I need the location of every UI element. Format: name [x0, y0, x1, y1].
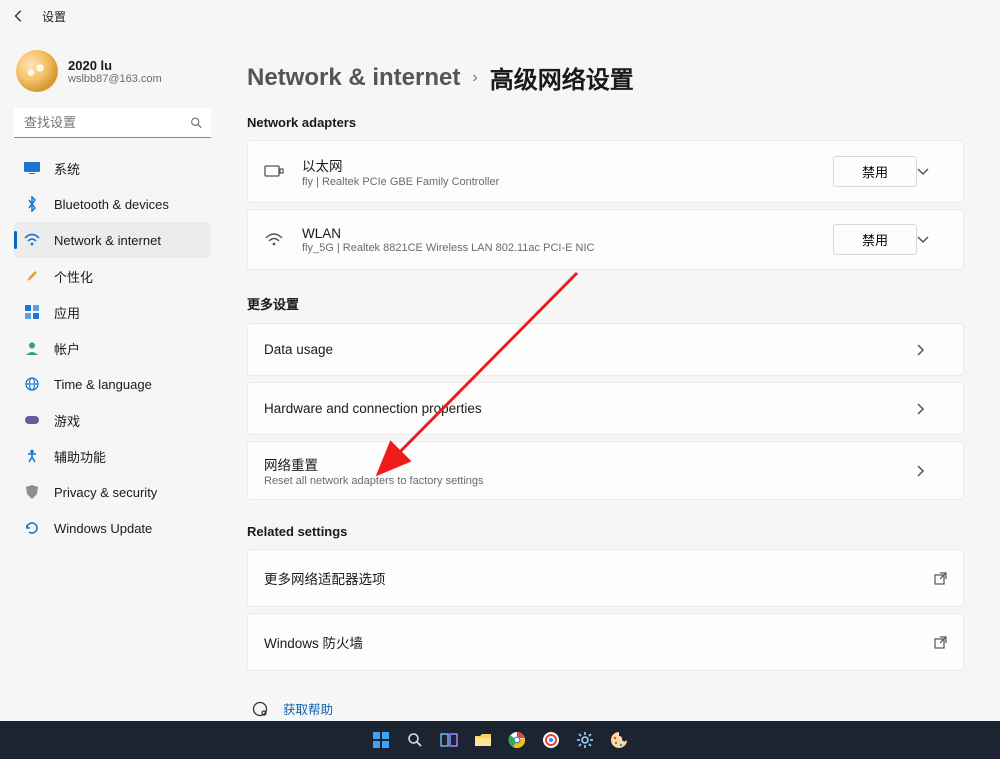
- breadcrumb-parent[interactable]: Network & internet: [247, 64, 460, 92]
- sidebar-item-label: Time & language: [54, 377, 152, 392]
- help-icon: [251, 700, 269, 718]
- sidebar-item-label: 个性化: [54, 267, 93, 286]
- chrome-button[interactable]: [503, 726, 531, 754]
- nav: 系统 Bluetooth & devices Network & interne…: [14, 150, 211, 546]
- card-title: Data usage: [264, 342, 917, 357]
- adapter-sub: fly_5G | Realtek 8821CE Wireless LAN 802…: [302, 242, 833, 254]
- main-content: Network & internet › 高级网络设置 Network adap…: [225, 32, 1000, 721]
- sidebar-item-network[interactable]: Network & internet: [14, 222, 211, 258]
- adapter-wlan-card[interactable]: WLAN fly_5G | Realtek 8821CE Wireless LA…: [247, 209, 964, 270]
- chevron-right-icon: [917, 344, 947, 356]
- adapter-title: 以太网: [302, 155, 833, 175]
- sidebar-item-apps[interactable]: 应用: [14, 294, 211, 330]
- disable-button[interactable]: 禁用: [833, 156, 917, 187]
- sidebar: 2020 lu wslbb87@163.com 系统 Bluetooth & d…: [0, 32, 225, 721]
- browser-button[interactable]: [537, 726, 565, 754]
- sidebar-item-label: 应用: [54, 303, 80, 322]
- search-row: [14, 108, 211, 138]
- globe-icon: [24, 376, 40, 392]
- wifi-icon: [24, 232, 40, 248]
- card-sub: Reset all network adapters to factory se…: [264, 475, 917, 487]
- page-title: 高级网络设置: [490, 60, 634, 95]
- breadcrumb: Network & internet › 高级网络设置: [247, 60, 964, 95]
- bluetooth-icon: [24, 196, 40, 212]
- chevron-right-icon: ›: [472, 69, 477, 87]
- start-button[interactable]: [367, 726, 395, 754]
- search-icon: [190, 117, 203, 130]
- disable-button[interactable]: 禁用: [833, 224, 917, 255]
- external-link-icon: [934, 636, 947, 649]
- wifi-icon: [264, 233, 284, 247]
- shield-icon: [24, 484, 40, 500]
- search-input[interactable]: [14, 108, 211, 138]
- sidebar-item-system[interactable]: 系统: [14, 150, 211, 186]
- chevron-down-icon[interactable]: [917, 236, 947, 244]
- user-icon: [24, 340, 40, 356]
- sidebar-item-label: 帐户: [54, 339, 80, 358]
- brush-icon: [24, 268, 40, 284]
- card-title: 更多网络适配器选项: [264, 568, 934, 588]
- sidebar-item-label: 辅助功能: [54, 447, 106, 466]
- data-usage-card[interactable]: Data usage: [247, 323, 964, 376]
- card-title: Hardware and connection properties: [264, 401, 917, 416]
- sidebar-item-accounts[interactable]: 帐户: [14, 330, 211, 366]
- section-related-head: Related settings: [247, 524, 964, 539]
- help-link-text: 获取帮助: [283, 699, 333, 718]
- more-adapter-options-card[interactable]: 更多网络适配器选项: [247, 549, 964, 607]
- sidebar-item-windows-update[interactable]: Windows Update: [14, 510, 211, 546]
- user-block[interactable]: 2020 lu wslbb87@163.com: [14, 44, 211, 100]
- settings-button[interactable]: [571, 726, 599, 754]
- avatar: [16, 50, 58, 92]
- sidebar-item-label: Windows Update: [54, 521, 152, 536]
- paint-button[interactable]: [605, 726, 633, 754]
- sidebar-item-gaming[interactable]: 游戏: [14, 402, 211, 438]
- sidebar-item-privacy[interactable]: Privacy & security: [14, 474, 211, 510]
- ethernet-icon: [264, 164, 284, 180]
- get-help-link[interactable]: 获取帮助: [247, 693, 964, 721]
- task-view-button[interactable]: [435, 726, 463, 754]
- sidebar-item-bluetooth[interactable]: Bluetooth & devices: [14, 186, 211, 222]
- sidebar-item-label: 系统: [54, 159, 80, 178]
- sidebar-item-time-language[interactable]: Time & language: [14, 366, 211, 402]
- sidebar-item-label: 游戏: [54, 411, 80, 430]
- taskbar-search-button[interactable]: [401, 726, 429, 754]
- app-title: 设置: [42, 8, 66, 25]
- system-icon: [24, 160, 40, 176]
- chevron-down-icon[interactable]: [917, 168, 947, 176]
- sidebar-item-label: Bluetooth & devices: [54, 197, 169, 212]
- card-title: 网络重置: [264, 454, 917, 474]
- network-reset-card[interactable]: 网络重置 Reset all network adapters to facto…: [247, 441, 964, 500]
- hardware-properties-card[interactable]: Hardware and connection properties: [247, 382, 964, 435]
- sidebar-item-label: Privacy & security: [54, 485, 157, 500]
- card-title: Windows 防火墙: [264, 632, 934, 652]
- section-more-head: 更多设置: [247, 294, 964, 313]
- update-icon: [24, 520, 40, 536]
- back-button[interactable]: [10, 7, 28, 25]
- external-link-icon: [934, 572, 947, 585]
- section-adapters-head: Network adapters: [247, 115, 964, 130]
- accessibility-icon: [24, 448, 40, 464]
- user-name: 2020 lu: [68, 58, 162, 73]
- gamepad-icon: [24, 412, 40, 428]
- sidebar-item-label: Network & internet: [54, 233, 161, 248]
- taskbar: [0, 721, 1000, 759]
- chevron-right-icon: [917, 403, 947, 415]
- sidebar-item-accessibility[interactable]: 辅助功能: [14, 438, 211, 474]
- user-email: wslbb87@163.com: [68, 73, 162, 85]
- adapter-sub: fly | Realtek PCIe GBE Family Controller: [302, 176, 833, 188]
- explorer-button[interactable]: [469, 726, 497, 754]
- windows-firewall-card[interactable]: Windows 防火墙: [247, 613, 964, 671]
- apps-icon: [24, 304, 40, 320]
- adapter-title: WLAN: [302, 226, 833, 241]
- chevron-right-icon: [917, 465, 947, 477]
- adapter-ethernet-card[interactable]: 以太网 fly | Realtek PCIe GBE Family Contro…: [247, 140, 964, 203]
- sidebar-item-personalization[interactable]: 个性化: [14, 258, 211, 294]
